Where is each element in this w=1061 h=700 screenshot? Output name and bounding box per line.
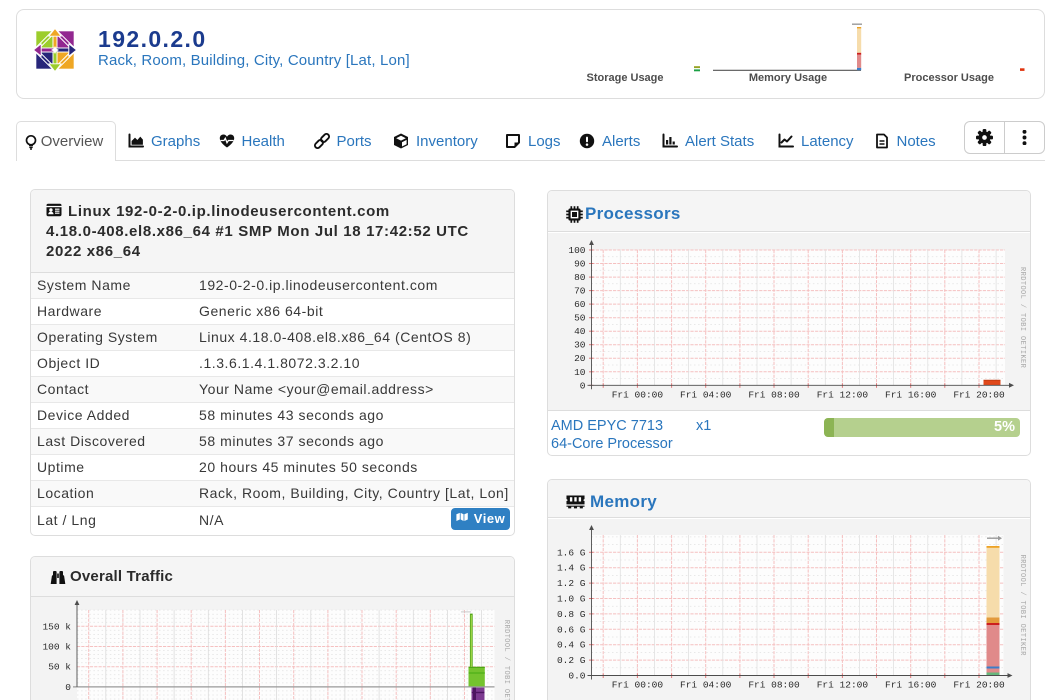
svg-text:100: 100 (568, 245, 585, 256)
svg-text:80: 80 (574, 272, 586, 283)
svg-text:Fri 00:00: Fri 00:00 (612, 389, 664, 400)
svg-text:Fri 20:00: Fri 20:00 (953, 680, 1005, 691)
svg-text:1.2 G: 1.2 G (557, 578, 586, 589)
svg-text:10: 10 (574, 367, 586, 378)
svg-text:Fri 20:00: Fri 20:00 (953, 389, 1005, 400)
svg-text:0: 0 (65, 682, 71, 693)
svg-text:1.4 G: 1.4 G (557, 563, 586, 574)
svg-text:50 k: 50 k (48, 662, 71, 673)
svg-text:Fri 16:00: Fri 16:00 (885, 680, 937, 691)
svg-text:70: 70 (574, 286, 586, 297)
svg-text:0.4 G: 0.4 G (557, 640, 586, 651)
svg-text:1.6 G: 1.6 G (557, 547, 586, 558)
svg-text:1.0 G: 1.0 G (557, 594, 586, 605)
svg-text:90: 90 (574, 259, 586, 270)
svg-text:150 k: 150 k (42, 621, 71, 632)
svg-text:RRDTOOL / TOBI OETIKER: RRDTOOL / TOBI OETIKER (1018, 555, 1026, 657)
svg-text:0.0: 0.0 (568, 671, 585, 682)
svg-text:Fri 12:00: Fri 12:00 (817, 389, 869, 400)
svg-text:0: 0 (580, 380, 586, 391)
svg-text:Fri 04:00: Fri 04:00 (680, 680, 732, 691)
svg-text:Fri 16:00: Fri 16:00 (885, 389, 937, 400)
svg-text:60: 60 (574, 299, 586, 310)
svg-text:0.2 G: 0.2 G (557, 655, 586, 666)
svg-text:30: 30 (574, 340, 586, 351)
svg-text:RRDTOOL / TOBI OETIKER: RRDTOOL / TOBI OETIKER (1018, 267, 1026, 369)
svg-text:Fri 12:00: Fri 12:00 (817, 680, 869, 691)
svg-text:0.6 G: 0.6 G (557, 624, 586, 635)
svg-text:100 k: 100 k (42, 642, 71, 653)
svg-text:20: 20 (574, 353, 586, 364)
svg-text:Fri 00:00: Fri 00:00 (612, 680, 664, 691)
svg-text:Fri 08:00: Fri 08:00 (748, 680, 800, 691)
svg-text:0.8 G: 0.8 G (557, 609, 586, 620)
svg-text:RRDTOOL / TOBI OETIKER: RRDTOOL / TOBI OETIKER (502, 620, 510, 700)
svg-text:40: 40 (574, 326, 586, 337)
svg-text:Fri 04:00: Fri 04:00 (680, 389, 732, 400)
svg-text:50: 50 (574, 313, 586, 324)
svg-text:Fri 08:00: Fri 08:00 (748, 389, 800, 400)
